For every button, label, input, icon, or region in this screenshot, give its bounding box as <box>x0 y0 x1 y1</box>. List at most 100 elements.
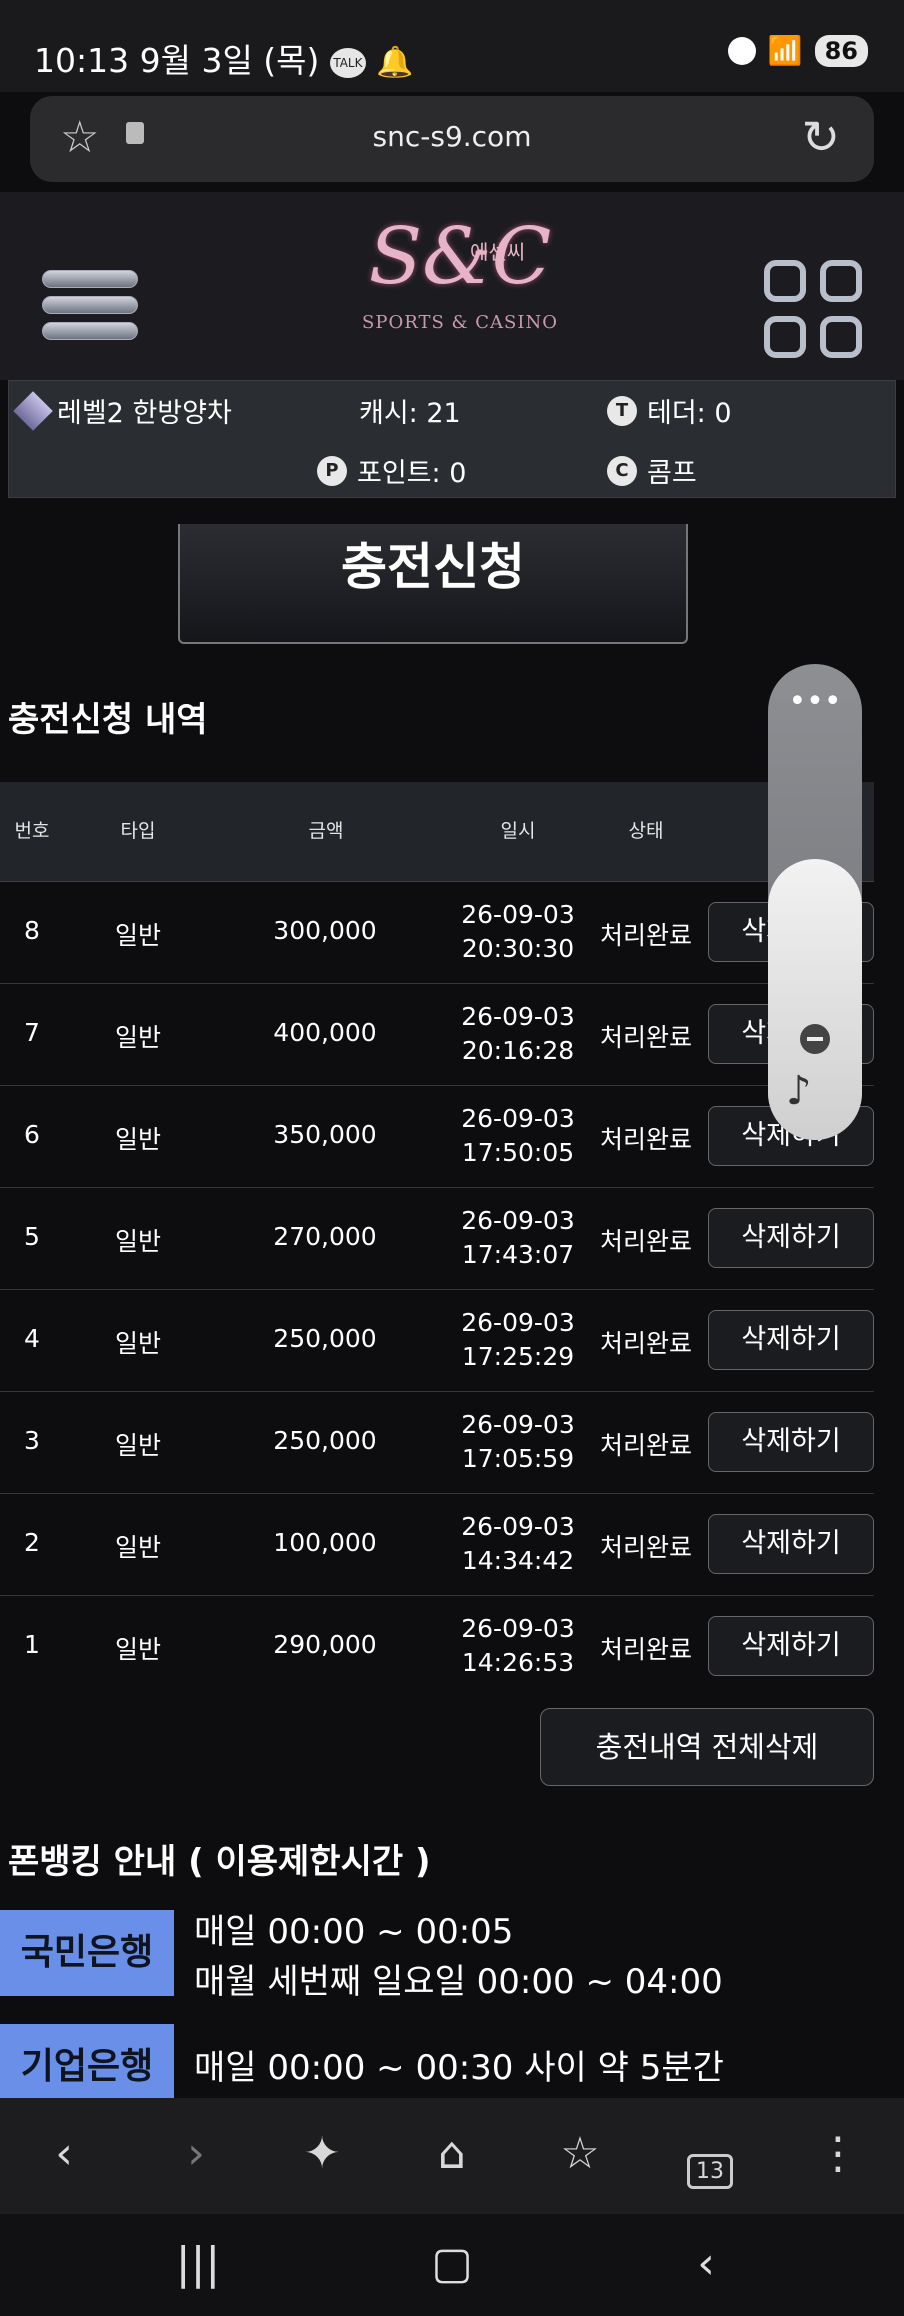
col-date: 일시 <box>500 820 536 842</box>
delete-all-button[interactable]: 충전내역 전체삭제 <box>540 1708 874 1786</box>
row-type: 일반 <box>114 1329 161 1358</box>
logo-main: S&C <box>368 212 552 302</box>
comp-link[interactable]: C 콤프 <box>607 451 697 490</box>
table-row: 4 일반 250,000 26-09-03 17:25:29 처리완료 삭제하기 <box>0 1290 874 1392</box>
row-amount: 100,000 <box>273 1528 377 1557</box>
more-menu-icon[interactable]: ⋮ <box>808 2128 868 2179</box>
row-date: 26-09-03 <box>461 1410 575 1439</box>
col-type: 타입 <box>120 820 156 842</box>
row-time: 17:50:05 <box>461 1138 575 1167</box>
bookmarks-icon[interactable]: ☆ <box>550 2128 610 2179</box>
delete-button[interactable]: 삭제하기 <box>708 1412 874 1472</box>
system-back-icon[interactable]: ‹ <box>676 2238 736 2289</box>
row-status: 처리완료 <box>599 1125 692 1154</box>
row-datetime: 26-09-03 14:34:42 <box>440 1510 596 1578</box>
col-no: 번호 <box>14 820 50 842</box>
delete-button[interactable]: 삭제하기 <box>708 1310 874 1370</box>
delete-button[interactable]: 삭제하기 <box>708 1514 874 1574</box>
row-datetime: 26-09-03 17:43:07 <box>440 1204 596 1272</box>
table-row: 2 일반 100,000 26-09-03 14:34:42 처리완료 삭제하기 <box>0 1494 874 1596</box>
row-date: 26-09-03 <box>461 900 575 929</box>
cash-balance: 캐시: 21 <box>359 398 461 429</box>
row-no: 4 <box>24 1324 40 1353</box>
volume-minus-icon[interactable] <box>800 1024 830 1054</box>
delete-button[interactable]: 삭제하기 <box>708 1616 874 1676</box>
logo-korean: 에센씨 <box>470 240 526 264</box>
row-status: 처리완료 <box>599 1227 692 1256</box>
row-no: 7 <box>24 1018 40 1047</box>
reload-icon[interactable]: ↻ <box>801 110 840 164</box>
volume-slider[interactable] <box>768 859 862 1140</box>
volume-panel[interactable]: ••• ♪ <box>768 664 862 1140</box>
row-no: 8 <box>24 916 40 945</box>
logo-subtitle: SPORTS & CASINO <box>362 312 558 333</box>
row-datetime: 26-09-03 17:25:29 <box>440 1306 596 1374</box>
row-datetime: 26-09-03 17:50:05 <box>440 1102 596 1170</box>
dnd-icon <box>727 36 756 65</box>
forward-icon[interactable]: › <box>166 2128 226 2179</box>
row-date: 26-09-03 <box>461 1308 575 1337</box>
volume-menu-icon[interactable]: ••• <box>768 684 862 719</box>
table-row: 1 일반 290,000 26-09-03 14:26:53 처리완료 삭제하기 <box>0 1596 874 1698</box>
charge-request-button[interactable]: 충전신청 <box>178 524 688 644</box>
table-row: 8 일반 300,000 26-09-0320:30:30 처리완료 삭제하기 <box>0 882 874 984</box>
recent-apps-icon[interactable]: ||| <box>168 2238 228 2289</box>
tether-icon: T <box>607 395 637 426</box>
row-time: 20:16:28 <box>461 1036 575 1065</box>
level-icon <box>13 390 53 431</box>
row-time: 20:30:30 <box>461 934 575 963</box>
comp-icon: C <box>607 455 637 486</box>
status-icons: 📶 86 <box>727 34 868 67</box>
kakaotalk-icon: TALK <box>329 47 366 78</box>
status-bar: 10:13 9월 3일 (목) TALK 🔔 📶 86 <box>0 0 904 92</box>
row-type: 일반 <box>114 1635 161 1664</box>
row-type: 일반 <box>114 1023 161 1052</box>
row-type: 일반 <box>114 1227 161 1256</box>
url-text[interactable]: snc-s9.com <box>30 120 874 153</box>
history-table-header: 번호 타입 금액 일시 상태 <box>0 782 874 882</box>
date: 9월 3일 (목) <box>139 41 320 80</box>
row-date: 26-09-03 <box>461 1002 575 1031</box>
sparkle-icon[interactable]: ✦ <box>292 2128 352 2179</box>
user-level: 레벨2 한방양차 <box>13 390 232 431</box>
bank-label-kookmin: 국민은행 <box>0 1910 174 1996</box>
tether-label: 테더: 0 <box>647 398 732 429</box>
home-button-icon[interactable]: ▢ <box>422 2238 482 2289</box>
row-status: 처리완료 <box>599 1431 692 1460</box>
battery-indicator: 86 <box>814 34 868 67</box>
tether-balance: T 테더: 0 <box>607 391 732 430</box>
row-type: 일반 <box>114 1533 161 1562</box>
point-balance: P 포인트: 0 <box>317 451 466 490</box>
system-navigation-bar: ||| ▢ ‹ <box>0 2214 904 2316</box>
history-title: 충전신청 내역 <box>8 700 208 740</box>
status-time: 10:13 9월 3일 (목) TALK 🔔 <box>34 34 414 82</box>
row-status: 처리완료 <box>599 921 692 950</box>
row-time: 17:05:59 <box>461 1444 575 1473</box>
home-icon[interactable]: ⌂ <box>422 2128 482 2179</box>
url-bar[interactable]: ☆ snc-s9.com ↻ <box>30 96 874 182</box>
row-time: 14:34:42 <box>461 1546 575 1575</box>
apps-grid-icon[interactable] <box>764 260 862 358</box>
menu-icon[interactable] <box>42 270 138 348</box>
delete-button[interactable]: 삭제하기 <box>708 1208 874 1268</box>
col-amount: 금액 <box>308 820 344 842</box>
row-no: 3 <box>24 1426 40 1455</box>
row-datetime: 26-09-03 14:26:53 <box>440 1612 596 1680</box>
row-amount: 250,000 <box>273 1426 377 1455</box>
point-label: 포인트: 0 <box>357 458 467 489</box>
point-icon: P <box>317 455 347 486</box>
table-row: 5 일반 270,000 26-09-03 17:43:07 처리완료 삭제하기 <box>0 1188 874 1290</box>
row-status: 처리완료 <box>599 1023 692 1052</box>
row-date: 26-09-03 <box>461 1614 575 1643</box>
site-logo[interactable]: S&C 에센씨 SPORTS & CASINO <box>350 202 570 372</box>
back-icon[interactable]: ‹ <box>34 2128 94 2179</box>
row-type: 일반 <box>114 1125 161 1154</box>
row-amount: 270,000 <box>273 1222 377 1251</box>
bell-icon: 🔔 <box>376 45 414 80</box>
row-amount: 300,000 <box>273 916 377 945</box>
row-amount: 400,000 <box>273 1018 377 1047</box>
row-no: 1 <box>24 1630 40 1659</box>
clock: 10:13 <box>34 41 130 80</box>
tabs-icon[interactable]: 13 <box>680 2138 740 2189</box>
col-status: 상태 <box>628 820 664 842</box>
